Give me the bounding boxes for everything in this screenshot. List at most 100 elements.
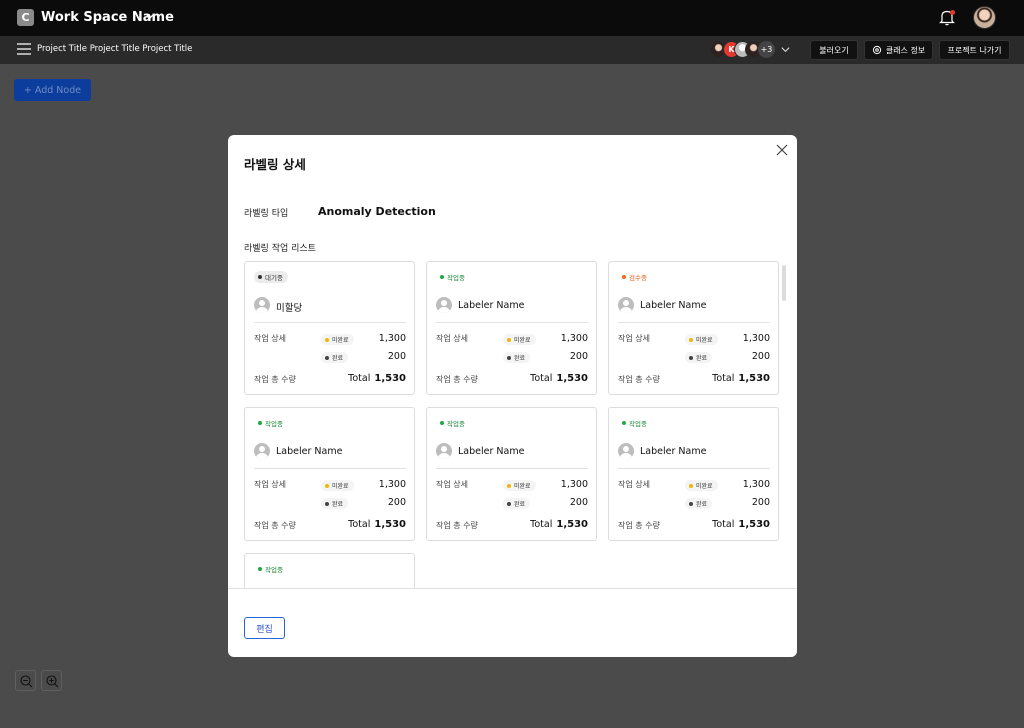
total-value: 1,530	[556, 373, 588, 384]
footer-divider	[228, 588, 797, 589]
user-icon	[618, 297, 634, 313]
card-divider	[254, 468, 406, 469]
add-node-button[interactable]: + Add Node	[14, 79, 91, 101]
workspace-logo[interactable]: C	[17, 9, 34, 26]
status-label: 작업중	[629, 420, 647, 428]
task-card[interactable]: 작업중 Labeler Name 작업 상세 미완료 1,300 완료 200 …	[244, 553, 415, 588]
complete-dot	[689, 501, 693, 506]
class-info-button[interactable]: 클래스 정보	[864, 40, 933, 60]
complete-dot	[325, 501, 329, 506]
total-quantity-label: 작업 총 수량	[254, 375, 296, 384]
complete-label: 완료	[514, 355, 526, 362]
status-label: 작업중	[447, 420, 465, 428]
total-quantity: Total 1,530	[348, 373, 406, 384]
task-card[interactable]: 작업중 Labeler Name 작업 상세 미완료 1,300 완료 200 …	[244, 407, 415, 541]
incomplete-label: 미완료	[332, 483, 349, 490]
complete-dot	[507, 355, 511, 360]
task-card-list[interactable]: 대기중 미할당 작업 상세 미완료 1,300 완료 200 작업 총 수량 T…	[244, 261, 784, 588]
total-quantity-label: 작업 총 수량	[618, 375, 660, 384]
total-quantity-label: 작업 총 수량	[436, 375, 478, 384]
status-badge: 작업중	[436, 417, 470, 429]
total-prefix: Total	[712, 519, 735, 530]
complete-dot	[507, 501, 511, 506]
incomplete-dot	[507, 337, 511, 342]
status-dot	[622, 421, 626, 425]
task-card[interactable]: 작업중 Labeler Name 작업 상세 미완료 1,300 완료 200 …	[426, 407, 597, 541]
task-card[interactable]: 작업중 Labeler Name 작업 상세 미완료 1,300 완료 200 …	[426, 261, 597, 395]
complete-badge: 완료	[321, 498, 349, 509]
labeler-name: Labeler Name	[458, 300, 525, 311]
total-quantity: Total 1,530	[530, 373, 588, 384]
status-dot	[258, 275, 262, 279]
total-value: 1,530	[738, 373, 770, 384]
close-icon[interactable]	[775, 143, 789, 157]
status-label: 검수중	[629, 274, 647, 282]
user-icon	[254, 443, 270, 459]
zoom-in-button[interactable]	[41, 670, 62, 691]
modal-title: 라벨링 상세	[244, 157, 306, 172]
complete-badge: 완료	[685, 352, 713, 363]
members-chevron-down-icon[interactable]	[780, 44, 791, 55]
complete-label: 완료	[514, 501, 526, 508]
member-more-count: +3	[758, 41, 775, 58]
incomplete-dot	[689, 483, 693, 488]
total-quantity-label: 작업 총 수량	[254, 521, 296, 530]
complete-count: 200	[751, 497, 770, 508]
total-quantity-label: 작업 총 수량	[618, 521, 660, 530]
status-dot	[258, 567, 262, 571]
zoom-in-icon	[46, 675, 59, 688]
zoom-out-button[interactable]	[15, 670, 36, 691]
task-detail-label: 작업 상세	[254, 480, 286, 489]
complete-badge: 완료	[503, 498, 531, 509]
status-badge: 작업중	[618, 417, 652, 429]
status-label: 대기중	[265, 274, 283, 282]
total-quantity: Total 1,530	[530, 519, 588, 530]
task-detail-label: 작업 상세	[254, 334, 286, 343]
incomplete-badge: 미완료	[685, 480, 718, 491]
incomplete-dot	[325, 483, 329, 488]
menu-icon[interactable]	[17, 43, 31, 55]
total-prefix: Total	[530, 519, 553, 530]
scrollbar[interactable]	[782, 265, 786, 301]
user-icon	[436, 443, 452, 459]
member-avatars[interactable]: K +3	[710, 41, 790, 59]
incomplete-count: 1,300	[378, 479, 406, 490]
incomplete-label: 미완료	[696, 483, 713, 490]
labeling-type-value: Anomaly Detection	[318, 205, 436, 218]
labeling-task-list-label: 라벨링 작업 리스트	[244, 244, 316, 254]
status-dot	[622, 275, 626, 279]
total-prefix: Total	[348, 519, 371, 530]
incomplete-count: 1,300	[560, 479, 588, 490]
user-avatar[interactable]	[973, 6, 996, 29]
total-value: 1,530	[374, 519, 406, 530]
labeler-name: Labeler Name	[640, 300, 707, 311]
labeler-name: Labeler Name	[640, 446, 707, 457]
labeler-name: Labeler Name	[276, 446, 343, 457]
incomplete-count: 1,300	[378, 333, 406, 344]
complete-label: 완료	[696, 355, 708, 362]
task-card[interactable]: 검수중 Labeler Name 작업 상세 미완료 1,300 완료 200 …	[608, 261, 779, 395]
task-card[interactable]: 대기중 미할당 작업 상세 미완료 1,300 완료 200 작업 총 수량 T…	[244, 261, 415, 395]
incomplete-label: 미완료	[514, 337, 531, 344]
labeling-detail-modal: 라벨링 상세 라벨링 타입 Anomaly Detection 라벨링 작업 리…	[228, 135, 797, 657]
complete-dot	[325, 355, 329, 360]
complete-label: 완료	[332, 355, 344, 362]
task-card[interactable]: 작업중 Labeler Name 작업 상세 미완료 1,300 완료 200 …	[608, 407, 779, 541]
edit-button[interactable]: 편집	[244, 617, 285, 639]
complete-count: 200	[569, 497, 588, 508]
user-icon	[618, 443, 634, 459]
load-button[interactable]: 불러오기	[810, 40, 858, 60]
incomplete-badge: 미완료	[321, 334, 354, 345]
total-quantity-label: 작업 총 수량	[436, 521, 478, 530]
status-badge: 검수중	[618, 271, 652, 283]
chevron-down-icon[interactable]	[144, 10, 156, 22]
status-dot	[440, 275, 444, 279]
complete-count: 200	[387, 351, 406, 362]
complete-count: 200	[751, 351, 770, 362]
status-badge: 대기중	[254, 271, 288, 283]
exit-project-button[interactable]: 프로젝트 나가기	[939, 40, 1010, 60]
status-label: 작업중	[447, 274, 465, 282]
complete-badge: 완료	[685, 498, 713, 509]
status-badge: 작업중	[254, 563, 288, 575]
card-divider	[618, 468, 770, 469]
